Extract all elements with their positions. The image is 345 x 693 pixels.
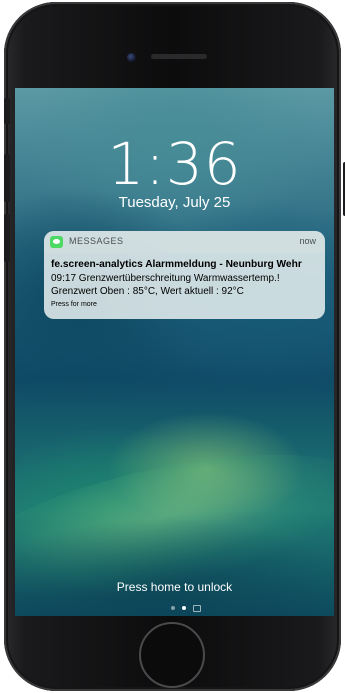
notification-app-name: MESSAGES — [69, 236, 124, 246]
volume-down-button — [4, 214, 10, 262]
lock-screen: 1:36 Tuesday, July 25 MESSAGES now fe.sc… — [15, 88, 334, 616]
notification-body-line-1: 09:17 Grenzwertüberschreitung Warmwasser… — [51, 273, 280, 284]
page-dot-current — [182, 606, 186, 610]
message-notification[interactable]: MESSAGES now fe.screen-analytics Alarmme… — [44, 231, 325, 319]
unlock-hint: Press home to unlock — [116, 580, 233, 594]
notification-body-line-2: Grenzwert Oben : 85°C, Wert aktuell : 92… — [51, 286, 244, 297]
lock-screen-date: Tuesday, July 25 — [118, 194, 231, 211]
iphone-frame: 1:36 Tuesday, July 25 MESSAGES now fe.sc… — [4, 2, 345, 691]
notification-title: fe.screen-analytics Alarmmeldung - Neunb… — [51, 259, 302, 270]
camera-icon — [193, 605, 201, 612]
messages-bubble-icon — [50, 236, 63, 248]
volume-up-button — [4, 154, 10, 202]
page-dot — [171, 606, 175, 610]
page-indicator — [165, 604, 205, 612]
home-button[interactable] — [139, 622, 205, 688]
mute-switch — [4, 98, 10, 124]
earpiece-speaker — [151, 54, 207, 59]
front-camera — [127, 53, 136, 62]
notification-header: MESSAGES now — [44, 231, 325, 253]
lock-screen-time: 1:36 — [107, 130, 242, 198]
notification-time: now — [299, 236, 316, 246]
press-for-more-hint: Press for more — [51, 301, 97, 308]
